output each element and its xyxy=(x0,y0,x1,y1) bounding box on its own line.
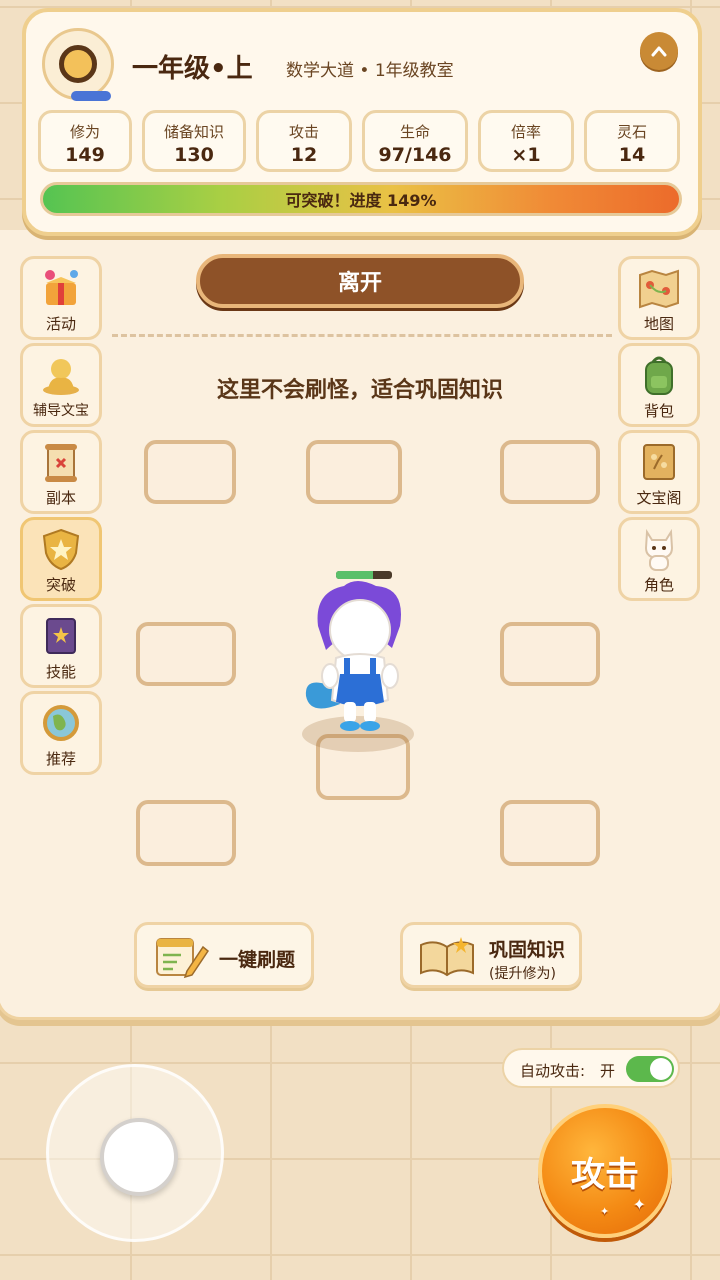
consolidate-knowledge-button[interactable]: 巩固知识 (提升修为) xyxy=(400,922,582,988)
joystick-knob[interactable] xyxy=(100,1118,178,1196)
menu-recommend[interactable]: 推荐 xyxy=(20,691,102,775)
shield-star-icon xyxy=(36,526,86,572)
leave-label: 离开 xyxy=(337,271,382,296)
menu-label: 副本 xyxy=(45,489,76,507)
grid-slot[interactable] xyxy=(500,800,600,866)
toggle-knob xyxy=(650,1058,672,1080)
treasure-book-icon xyxy=(634,439,684,485)
quick-quiz-button[interactable]: 一键刷题 xyxy=(134,922,314,988)
avatar-ring-icon xyxy=(59,45,97,83)
menu-map[interactable]: 地图 xyxy=(618,256,700,340)
stat-value: 14 xyxy=(618,144,646,166)
menu-label: 活动 xyxy=(45,315,76,333)
status-panel: 一年级•上 数学大道 • 1年级教室 修为 149 储备知识 130 攻击 12… xyxy=(22,8,702,236)
breakthrough-progress-bar[interactable]: 可突破！进度 149% xyxy=(40,182,682,216)
stat-value: 130 xyxy=(174,144,214,166)
menu-breakthrough[interactable]: 突破 xyxy=(20,517,102,601)
menu-label: 技能 xyxy=(45,663,76,681)
stat-label: 灵石 xyxy=(616,123,647,141)
grid-slot[interactable] xyxy=(136,622,236,686)
grid-slot[interactable] xyxy=(306,440,402,504)
notepad-pencil-icon xyxy=(156,938,210,979)
stat-spirit-stones: 灵石 14 xyxy=(584,110,680,172)
menu-tutor[interactable]: 辅导文宝 xyxy=(20,343,102,427)
auto-attack-toggle[interactable]: 自动攻击: 开 xyxy=(502,1048,680,1088)
consolidate-sublabel: (提升修为) xyxy=(489,966,556,982)
stat-reserve-knowledge: 储备知识 130 xyxy=(142,110,246,172)
stat-cultivation: 修为 149 xyxy=(38,110,132,172)
auto-attack-value: 开 xyxy=(600,1062,616,1080)
grade-title: 一年级•上 xyxy=(132,54,253,84)
avatar-level-bar xyxy=(71,91,111,101)
menu-label: 文宝阁 xyxy=(636,489,682,507)
menu-label: 角色 xyxy=(643,576,674,594)
menu-character[interactable]: 角色 xyxy=(618,517,700,601)
menu-backpack[interactable]: 背包 xyxy=(618,343,700,427)
sparkle-icon: ✦ xyxy=(632,1195,646,1214)
attack-button[interactable]: 攻击 ✦ ✦ xyxy=(538,1104,672,1238)
chevron-up-icon xyxy=(651,46,667,57)
attack-label: 攻击 xyxy=(571,1154,639,1195)
auto-attack-label: 自动攻击: xyxy=(520,1062,586,1080)
menu-label: 地图 xyxy=(643,315,674,333)
grid-slot[interactable] xyxy=(136,800,236,866)
menu-label: 背包 xyxy=(643,402,674,420)
stat-value: 97/146 xyxy=(378,144,452,166)
stat-label: 修为 xyxy=(69,123,100,141)
stat-value: ×1 xyxy=(511,144,541,166)
gift-icon xyxy=(36,265,86,311)
stat-multiplier: 倍率 ×1 xyxy=(478,110,574,172)
stat-value: 149 xyxy=(65,144,105,166)
menu-label: 辅导文宝 xyxy=(33,403,89,419)
progress-text: 可突破！进度 149% xyxy=(285,191,437,210)
quick-quiz-label: 一键刷题 xyxy=(219,949,296,971)
globe-icon xyxy=(36,700,86,746)
stat-attack: 攻击 12 xyxy=(256,110,352,172)
menu-label: 推荐 xyxy=(45,750,76,768)
tutor-icon xyxy=(36,352,86,398)
stats-row: 修为 149 储备知识 130 攻击 12 生命 97/146 倍率 ×1 灵石… xyxy=(38,110,690,174)
menu-label: 突破 xyxy=(45,576,76,594)
collapse-button[interactable] xyxy=(640,32,678,70)
classroom-name: 数学大道 • 1年级教室 xyxy=(286,61,454,81)
stat-health: 生命 97/146 xyxy=(362,110,468,172)
consolidate-label: 巩固知识 xyxy=(489,939,566,961)
grid-slot[interactable] xyxy=(144,440,236,504)
stat-label: 储备知识 xyxy=(163,123,224,141)
menu-skills[interactable]: 技能 xyxy=(20,604,102,688)
spellbook-icon xyxy=(36,613,86,659)
stat-label: 攻击 xyxy=(288,123,319,141)
divider xyxy=(112,334,612,337)
grid-slot[interactable] xyxy=(500,622,600,686)
map-icon xyxy=(634,265,684,311)
player-character[interactable] xyxy=(296,578,426,734)
grid-slot[interactable] xyxy=(500,440,600,504)
sparkle-icon: ✦ xyxy=(600,1205,610,1218)
toggle-switch[interactable] xyxy=(626,1056,674,1082)
stat-label: 倍率 xyxy=(510,123,541,141)
scroll-icon xyxy=(36,439,86,485)
leave-button[interactable]: 离开 xyxy=(196,254,524,308)
avatar[interactable] xyxy=(42,28,114,101)
menu-treasure-pavilion[interactable]: 文宝阁 xyxy=(618,430,700,514)
cat-icon xyxy=(634,526,684,572)
menu-dungeon[interactable]: 副本 xyxy=(20,430,102,514)
open-book-icon xyxy=(420,937,474,977)
backpack-icon xyxy=(634,352,684,398)
stat-value: 12 xyxy=(290,144,318,166)
menu-activity[interactable]: 活动 xyxy=(20,256,102,340)
area-notice: 这里不会刷怪，适合巩固知识 xyxy=(216,378,503,403)
stat-label: 生命 xyxy=(399,123,430,141)
